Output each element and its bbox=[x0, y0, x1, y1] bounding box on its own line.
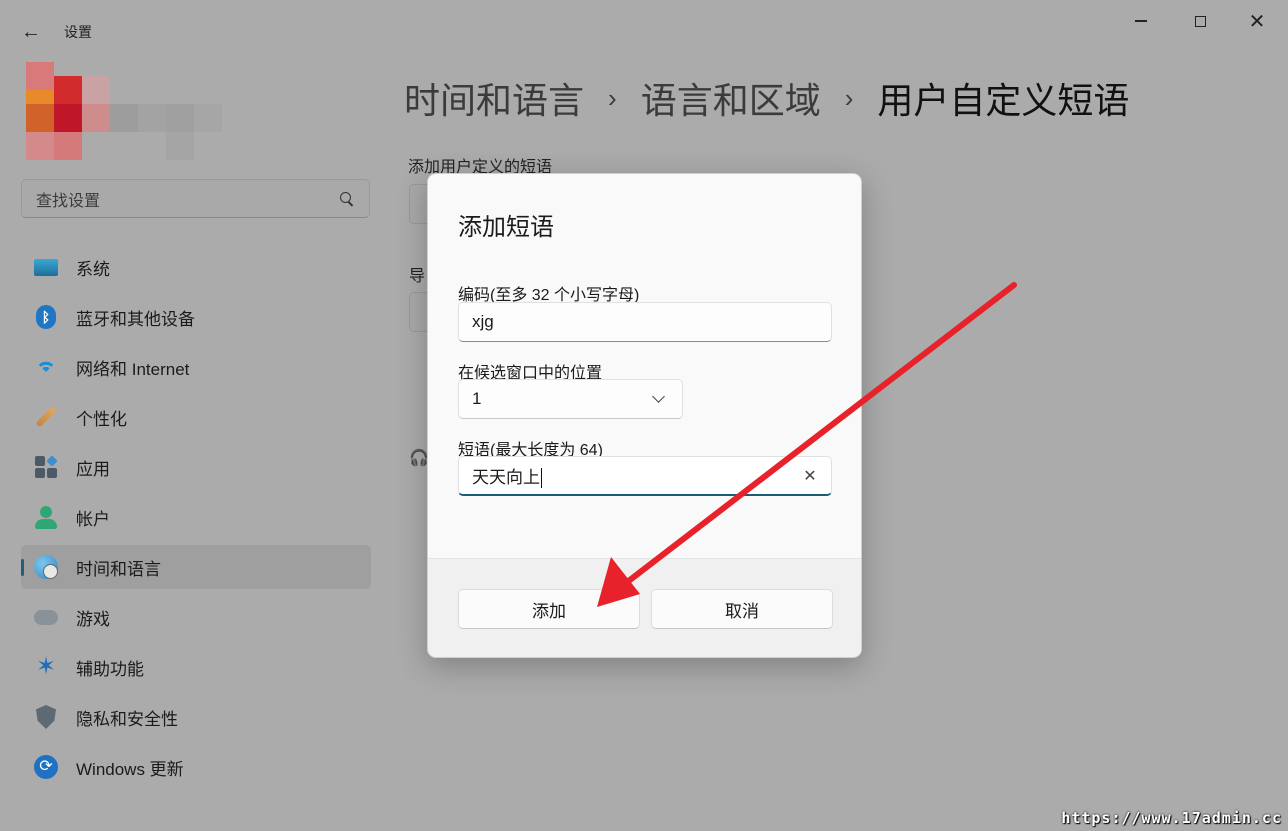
page-title: 用户自定义短语 bbox=[877, 80, 1130, 121]
sidebar-nav: 系统 ᛒ 蓝牙和其他设备 网络和 Internet 个性化 应用 帐户 时间和语… bbox=[21, 245, 371, 795]
sidebar-item-apps[interactable]: 应用 bbox=[21, 445, 371, 489]
person-icon bbox=[33, 504, 59, 530]
arrow-left-icon: ← bbox=[21, 20, 41, 43]
sidebar-item-label: 系统 bbox=[76, 259, 110, 279]
back-button[interactable]: ← bbox=[16, 18, 46, 46]
search-input[interactable]: 查找设置 bbox=[36, 187, 339, 211]
minimize-button[interactable] bbox=[1121, 8, 1161, 34]
sidebar-item-label: 应用 bbox=[76, 459, 110, 479]
brush-icon bbox=[33, 404, 59, 430]
sidebar-item-label: 辅助功能 bbox=[76, 659, 144, 679]
sidebar-item-label: 蓝牙和其他设备 bbox=[76, 309, 195, 329]
maximize-button[interactable] bbox=[1180, 8, 1220, 34]
chevron-right-icon: › bbox=[844, 82, 854, 113]
sidebar-item-time-language[interactable]: 时间和语言 bbox=[21, 545, 371, 589]
help-icon[interactable]: 🎧 bbox=[409, 448, 429, 468]
sidebar-item-personalization[interactable]: 个性化 bbox=[21, 395, 371, 439]
dialog-footer: 添加 取消 bbox=[428, 558, 861, 657]
search-box[interactable]: 查找设置 bbox=[21, 179, 370, 218]
breadcrumb-time-language[interactable]: 时间和语言 bbox=[404, 72, 584, 124]
close-icon: ✕ bbox=[1248, 10, 1266, 33]
add-phrase-dialog: 添加短语 编码(至多 32 个小写字母) xjg 在候选窗口中的位置 1 短语(… bbox=[427, 173, 862, 658]
sidebar-item-label: 帐户 bbox=[76, 509, 110, 529]
watermark: https://www.17admin.cc bbox=[1061, 809, 1282, 827]
breadcrumb: 时间和语言 › 语言和区域 › 用户自定义短语 bbox=[404, 72, 1129, 124]
bluetooth-icon: ᛒ bbox=[33, 304, 59, 330]
phrase-field[interactable]: 天天向上 ✕ bbox=[458, 456, 832, 496]
apps-icon bbox=[33, 454, 59, 480]
sidebar-item-network[interactable]: 网络和 Internet bbox=[21, 345, 371, 389]
sync-icon: ⟳ bbox=[33, 754, 59, 780]
sidebar-item-privacy[interactable]: 隐私和安全性 bbox=[21, 695, 371, 739]
dialog-title: 添加短语 bbox=[458, 214, 554, 241]
globe-clock-icon bbox=[33, 554, 59, 580]
cancel-button[interactable]: 取消 bbox=[651, 589, 833, 629]
chevron-right-icon: › bbox=[608, 82, 617, 113]
sidebar-item-bluetooth[interactable]: ᛒ 蓝牙和其他设备 bbox=[21, 295, 371, 339]
code-field[interactable]: xjg bbox=[458, 302, 832, 342]
position-value: 1 bbox=[472, 389, 482, 408]
clear-icon[interactable]: ✕ bbox=[802, 466, 818, 486]
minimize-icon bbox=[1135, 20, 1147, 22]
sidebar-item-label: 时间和语言 bbox=[76, 559, 161, 579]
chevron-down-icon bbox=[652, 390, 665, 403]
sidebar-item-windows-update[interactable]: ⟳ Windows 更新 bbox=[21, 745, 371, 789]
close-button[interactable]: ✕ bbox=[1237, 8, 1277, 34]
sidebar-item-label: Windows 更新 bbox=[76, 759, 184, 779]
wifi-icon bbox=[33, 354, 59, 380]
breadcrumb-language-region[interactable]: 语言和区域 bbox=[641, 72, 821, 124]
import-label: 导 bbox=[409, 268, 426, 285]
shield-icon bbox=[33, 704, 59, 730]
sidebar-item-system[interactable]: 系统 bbox=[21, 245, 371, 289]
sidebar-item-label: 个性化 bbox=[76, 409, 127, 429]
sidebar-item-label: 游戏 bbox=[76, 609, 110, 629]
gamepad-icon bbox=[33, 604, 59, 630]
sidebar-item-gaming[interactable]: 游戏 bbox=[21, 595, 371, 639]
app-title: 设置 bbox=[64, 24, 92, 40]
maximize-icon bbox=[1194, 15, 1206, 27]
text-caret bbox=[541, 468, 542, 489]
sidebar-item-accessibility[interactable]: ✶ 辅助功能 bbox=[21, 645, 371, 689]
search-icon[interactable] bbox=[339, 191, 355, 207]
code-value: xjg bbox=[472, 312, 494, 331]
sidebar-item-label: 隐私和安全性 bbox=[76, 709, 178, 729]
monitor-icon bbox=[33, 254, 59, 280]
accessibility-icon: ✶ bbox=[35, 653, 57, 680]
title-bar: ← 设置 ✕ bbox=[0, 0, 1288, 62]
avatar[interactable] bbox=[26, 62, 226, 162]
sidebar-item-label: 网络和 Internet bbox=[76, 359, 190, 379]
add-button[interactable]: 添加 bbox=[458, 589, 640, 629]
position-select[interactable]: 1 bbox=[458, 379, 683, 419]
sidebar-item-accounts[interactable]: 帐户 bbox=[21, 495, 371, 539]
phrase-value: 天天向上 bbox=[472, 467, 540, 487]
